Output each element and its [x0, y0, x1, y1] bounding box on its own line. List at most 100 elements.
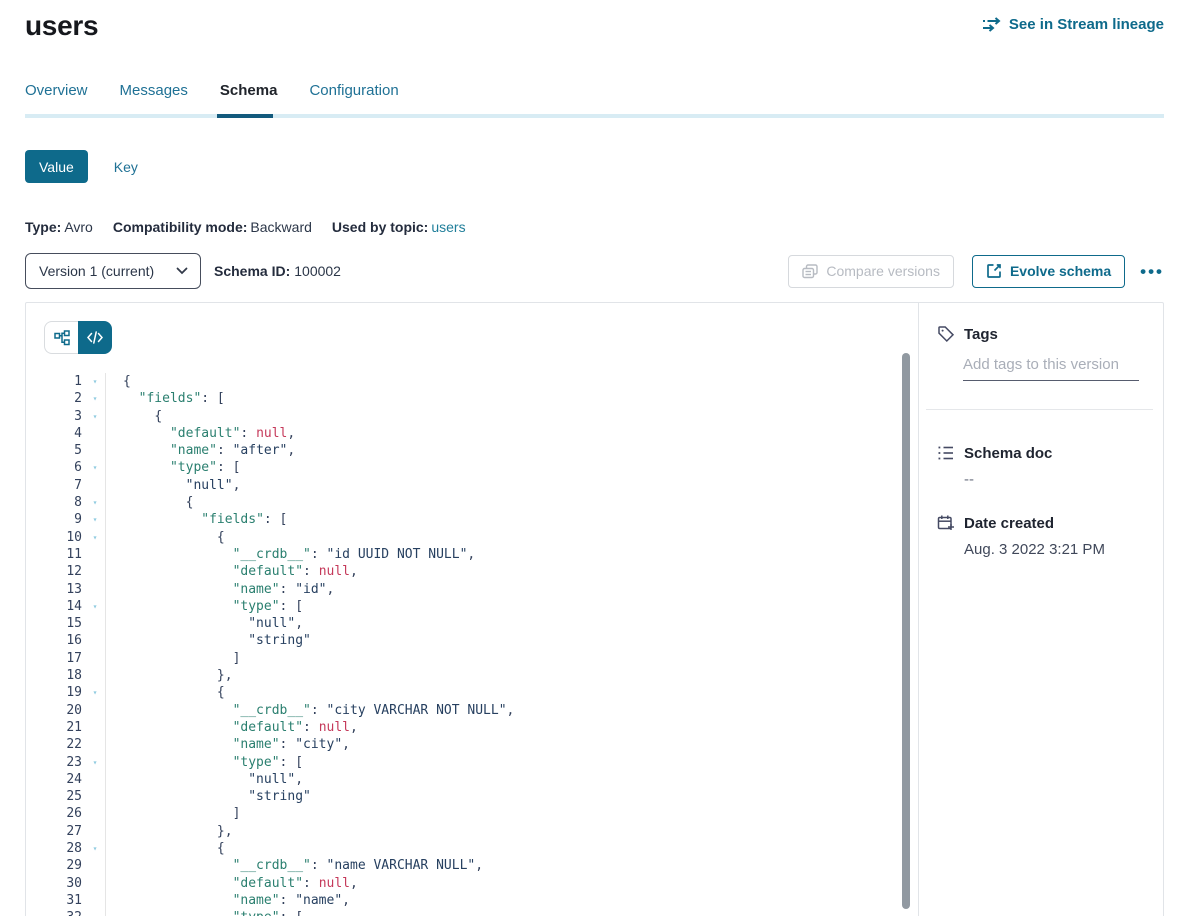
- type-label: Type:: [25, 219, 61, 235]
- line-number: 22: [44, 736, 85, 753]
- line-number: 19: [44, 684, 85, 701]
- line-number: 30: [44, 875, 85, 892]
- schema-id-field: Schema ID:100002: [214, 263, 341, 279]
- code-line[interactable]: "default": null,: [106, 719, 918, 736]
- fold-spacer: [85, 702, 105, 719]
- code-line[interactable]: "name": "id",: [106, 581, 918, 598]
- code-line[interactable]: },: [106, 667, 918, 684]
- see-in-stream-lineage-link[interactable]: See in Stream lineage: [982, 16, 1164, 33]
- code-line[interactable]: "name": "name",: [106, 892, 918, 909]
- schema-doc-value: --: [964, 471, 1143, 488]
- code-line[interactable]: "string": [106, 632, 918, 649]
- code-line[interactable]: {: [106, 684, 918, 701]
- line-number: 15: [44, 615, 85, 632]
- code-line[interactable]: "null",: [106, 771, 918, 788]
- code-line[interactable]: ]: [106, 805, 918, 822]
- evolve-schema-button[interactable]: Evolve schema: [972, 255, 1125, 288]
- fold-spacer: [85, 719, 105, 736]
- fold-arrow-icon[interactable]: ▾: [85, 459, 105, 476]
- compare-versions-button[interactable]: Compare versions: [788, 255, 954, 288]
- code-line[interactable]: {: [106, 373, 918, 390]
- add-tags-input[interactable]: [963, 353, 1139, 381]
- code-line[interactable]: {: [106, 494, 918, 511]
- line-number: 18: [44, 667, 85, 684]
- fold-arrow-icon[interactable]: ▾: [85, 373, 105, 390]
- fold-spacer: [85, 892, 105, 909]
- fold-spacer: [85, 771, 105, 788]
- code-line[interactable]: "fields": [: [106, 511, 918, 528]
- code-view-button[interactable]: [78, 321, 112, 354]
- line-number: 9: [44, 511, 85, 528]
- code-line[interactable]: "name": "after",: [106, 442, 918, 459]
- line-number: 26: [44, 805, 85, 822]
- used-by-topic-field: Used by topic:users: [332, 219, 466, 235]
- fold-arrow-icon[interactable]: ▾: [85, 909, 105, 916]
- line-number: 13: [44, 581, 85, 598]
- value-tab-button[interactable]: Value: [25, 150, 88, 183]
- code-line[interactable]: "default": null,: [106, 875, 918, 892]
- fold-arrow-icon[interactable]: ▾: [85, 390, 105, 407]
- code-line[interactable]: "__crdb__": "id UUID NOT NULL",: [106, 546, 918, 563]
- fold-spacer: [85, 546, 105, 563]
- code-line[interactable]: "null",: [106, 477, 918, 494]
- tab-configuration[interactable]: Configuration: [309, 82, 398, 101]
- code-line[interactable]: "__crdb__": "city VARCHAR NOT NULL",: [106, 702, 918, 719]
- code-line[interactable]: "default": null,: [106, 563, 918, 580]
- line-number: 24: [44, 771, 85, 788]
- tab-overview[interactable]: Overview: [25, 82, 88, 101]
- fold-arrow-icon[interactable]: ▾: [85, 598, 105, 615]
- fold-spacer: [85, 563, 105, 580]
- fold-spacer: [85, 581, 105, 598]
- code-line[interactable]: "type": [: [106, 459, 918, 476]
- fold-arrow-icon[interactable]: ▾: [85, 840, 105, 857]
- edit-icon: [986, 263, 1002, 279]
- tab-schema[interactable]: Schema: [220, 82, 278, 101]
- vertical-scrollbar[interactable]: [902, 353, 910, 909]
- line-number: 17: [44, 650, 85, 667]
- evolve-schema-label: Evolve schema: [1010, 263, 1111, 279]
- code-line[interactable]: "type": [: [106, 909, 918, 916]
- fold-arrow-icon[interactable]: ▾: [85, 408, 105, 425]
- fold-arrow-icon[interactable]: ▾: [85, 684, 105, 701]
- code-line[interactable]: {: [106, 840, 918, 857]
- schema-meta-row: Type:Avro Compatibility mode:Backward Us…: [25, 219, 1164, 235]
- code-editor[interactable]: 1▾2▾3▾456▾78▾9▾10▾11121314▾1516171819▾20…: [44, 373, 918, 916]
- fold-spacer: [85, 477, 105, 494]
- code-line[interactable]: "default": null,: [106, 425, 918, 442]
- fold-arrow-icon[interactable]: ▾: [85, 494, 105, 511]
- code-line[interactable]: "name": "city",: [106, 736, 918, 753]
- code-line[interactable]: {: [106, 408, 918, 425]
- fold-spacer: [85, 632, 105, 649]
- code-line[interactable]: "type": [: [106, 754, 918, 771]
- code-line[interactable]: {: [106, 529, 918, 546]
- fold-arrow-icon[interactable]: ▾: [85, 754, 105, 771]
- tree-view-button[interactable]: [44, 321, 78, 354]
- compatibility-label: Compatibility mode:: [113, 219, 248, 235]
- topic-link[interactable]: users: [431, 219, 465, 235]
- type-value: Avro: [64, 219, 93, 235]
- code-line[interactable]: "fields": [: [106, 390, 918, 407]
- line-number: 1: [44, 373, 85, 390]
- code-line[interactable]: "type": [: [106, 598, 918, 615]
- code-lines[interactable]: { "fields": [ { "default": null, "name":…: [106, 373, 918, 916]
- version-select[interactable]: Version 1 (current): [25, 253, 201, 289]
- code-line[interactable]: "string": [106, 788, 918, 805]
- code-line[interactable]: ]: [106, 650, 918, 667]
- chevron-down-icon: [176, 267, 188, 275]
- code-line[interactable]: },: [106, 823, 918, 840]
- list-icon: [937, 444, 955, 462]
- stream-lineage-icon: [982, 17, 1002, 32]
- fold-spacer: [85, 736, 105, 753]
- fold-arrow-icon[interactable]: ▾: [85, 511, 105, 528]
- code-line[interactable]: "null",: [106, 615, 918, 632]
- tags-title: Tags: [964, 326, 998, 343]
- fold-arrow-icon[interactable]: ▾: [85, 529, 105, 546]
- key-tab-link[interactable]: Key: [114, 159, 138, 175]
- line-number: 29: [44, 857, 85, 874]
- code-line[interactable]: "__crdb__": "name VARCHAR NULL",: [106, 857, 918, 874]
- tab-messages[interactable]: Messages: [120, 82, 188, 101]
- used-by-topic-label: Used by topic:: [332, 219, 428, 235]
- schema-doc-title: Schema doc: [964, 445, 1052, 462]
- line-number: 5: [44, 442, 85, 459]
- more-options-button[interactable]: •••: [1140, 263, 1164, 280]
